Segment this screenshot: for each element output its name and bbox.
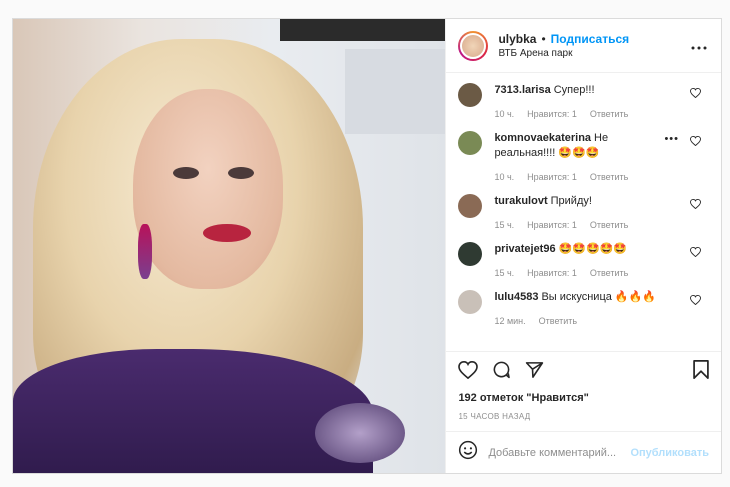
background-flowers [315, 403, 406, 463]
emoji-icon[interactable] [458, 440, 478, 465]
more-horizontal-icon[interactable] [691, 37, 707, 55]
username-link[interactable]: ulybka [498, 32, 536, 46]
comment-time[interactable]: 10 ч. [494, 170, 514, 185]
commenter-avatar[interactable] [458, 242, 483, 266]
likes-count[interactable]: 192 отметок "Нравится" [458, 392, 709, 404]
comment-time[interactable]: 12 мин. [494, 314, 525, 329]
comment-icon[interactable] [492, 360, 511, 384]
comment-likes[interactable]: Нравится: 1 [527, 170, 577, 185]
post-photo[interactable] [13, 19, 446, 473]
comment-time[interactable]: 15 ч. [494, 266, 514, 281]
comment-username[interactable]: komnovaekaterina [494, 132, 591, 144]
comment-options-icon[interactable]: ••• [664, 133, 679, 145]
heart-icon[interactable] [690, 246, 701, 260]
photo-earring [138, 224, 152, 279]
reply-button[interactable]: Ответить [539, 314, 577, 329]
post-sidebar: ulybka • Подписаться ВТБ Арена парк 7313… [445, 19, 721, 473]
post-header: ulybka • Подписаться ВТБ Арена парк [446, 19, 721, 73]
heart-icon[interactable] [690, 294, 701, 308]
commenter-avatar[interactable] [458, 83, 483, 107]
list-item: 7313.larisa Супер!!! 10 ч. Нравится: 1 Отве… [458, 83, 709, 122]
comment-username[interactable]: privatejet96 [494, 243, 555, 255]
comment-likes[interactable]: Нравится: 1 [527, 107, 577, 122]
location-link[interactable]: ВТБ Арена парк [498, 48, 691, 59]
photo-eye-left [173, 167, 199, 179]
heart-icon[interactable] [690, 87, 701, 101]
post-actions: 192 отметок "Нравится" 15 ЧАСОВ НАЗАД [446, 352, 721, 421]
commenter-avatar[interactable] [458, 194, 483, 218]
share-icon[interactable] [525, 361, 544, 384]
comment-text: Вы искусница 🔥🔥🔥 [541, 291, 657, 303]
commenter-avatar[interactable] [458, 131, 483, 155]
comment-username[interactable]: 7313.larisa [494, 84, 550, 96]
comments-list[interactable]: 7313.larisa Супер!!! 10 ч. Нравится: 1 Отве… [446, 73, 721, 352]
comment-text: Прийду! [550, 195, 592, 207]
background-box [345, 49, 446, 134]
follow-button[interactable]: Подписаться [551, 32, 629, 46]
comment-input[interactable] [488, 446, 631, 459]
comment-time[interactable]: 10 ч. [494, 107, 514, 122]
comment-username[interactable]: turakulovt [494, 195, 547, 207]
list-item: lulu4583 Вы искусница 🔥🔥🔥 12 мин. Ответить [458, 290, 709, 329]
comment-likes[interactable]: Нравится: 1 [527, 218, 577, 233]
list-item: turakulovt Прийду! 15 ч. Нравится: 1 Ответи… [458, 194, 709, 233]
post-timestamp[interactable]: 15 ЧАСОВ НАЗАД [458, 412, 709, 421]
comment-likes[interactable]: Нравится: 1 [527, 266, 577, 281]
add-comment-bar: Опубликовать [446, 431, 721, 473]
commenter-avatar[interactable] [458, 290, 483, 314]
reply-button[interactable]: Ответить [590, 107, 628, 122]
heart-icon[interactable] [690, 135, 701, 149]
reply-button[interactable]: Ответить [590, 266, 628, 281]
comment-text: Супер!!! [553, 84, 595, 96]
heart-icon[interactable] [458, 360, 479, 384]
list-item: komnovaekaterina Не реальная!!!! 🤩🤩🤩 10 ч… [458, 131, 709, 185]
photo-eye-right [228, 167, 254, 179]
photo-dress [13, 349, 373, 473]
photo-lips [203, 224, 251, 242]
heart-icon[interactable] [690, 198, 701, 212]
comment-time[interactable]: 15 ч. [494, 218, 514, 233]
post-card: ulybka • Подписаться ВТБ Арена парк 7313… [12, 18, 722, 474]
separator-dot: • [541, 32, 546, 46]
reply-button[interactable]: Ответить [590, 218, 628, 233]
publish-button[interactable]: Опубликовать [630, 447, 709, 459]
comment-username[interactable]: lulu4583 [494, 291, 538, 303]
avatar[interactable] [458, 30, 489, 61]
list-item: privatejet96 🤩🤩🤩🤩🤩 15 ч. Нравится: 1 Ответи… [458, 242, 709, 281]
background-tv [280, 19, 446, 41]
reply-button[interactable]: Ответить [590, 170, 628, 185]
bookmark-icon[interactable] [693, 360, 709, 384]
photo-face [133, 89, 283, 289]
comment-text: 🤩🤩🤩🤩🤩 [558, 243, 628, 255]
